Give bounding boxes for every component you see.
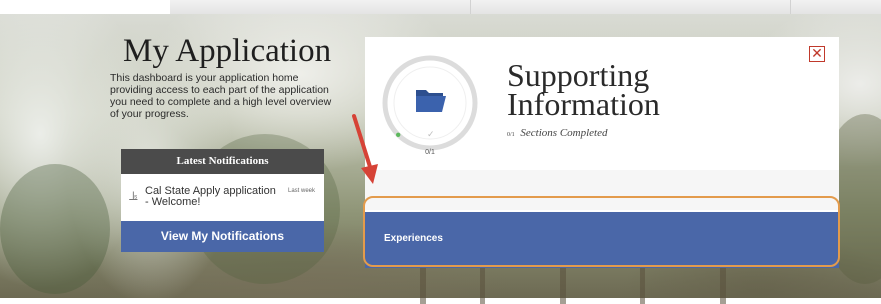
intro-section: My Application This dashboard is your ap… bbox=[110, 30, 350, 120]
annotation-arrow-icon bbox=[352, 114, 378, 184]
panel-header: ✕ ✓ 0/1 Supporting Information 0/1 Secti… bbox=[365, 37, 839, 170]
top-bar-divider bbox=[790, 0, 791, 14]
check-icon: ✓ bbox=[427, 129, 435, 139]
section-title-line2: Information bbox=[507, 86, 660, 122]
sections-completed-count: 0/1 bbox=[507, 132, 515, 138]
annotation-highlight bbox=[363, 196, 840, 267]
sections-completed: 0/1 Sections Completed bbox=[507, 127, 608, 139]
page-title: My Application bbox=[123, 33, 332, 69]
progress-ring: ✓ 0/1 bbox=[380, 51, 480, 163]
top-bar bbox=[170, 0, 881, 14]
notification-item[interactable]: ⫡ Cal State Apply application - Welcome!… bbox=[121, 174, 324, 219]
notifications-card: Latest Notifications ⫡ Cal State Apply a… bbox=[121, 149, 324, 252]
notification-time: Last week bbox=[288, 188, 316, 194]
progress-count: 0/1 bbox=[425, 149, 435, 156]
notifications-header: Latest Notifications bbox=[121, 149, 324, 174]
bell-icon: ⫡ bbox=[129, 188, 138, 203]
notification-text[interactable]: Cal State Apply application - Welcome! bbox=[145, 186, 280, 208]
top-bar-divider bbox=[470, 0, 471, 14]
page-description: This dashboard is your application home … bbox=[110, 72, 332, 120]
close-icon[interactable]: ✕ bbox=[809, 46, 825, 62]
view-notifications-button[interactable]: View My Notifications bbox=[121, 221, 324, 252]
sections-completed-label: Sections Completed bbox=[520, 127, 608, 139]
folder-icon bbox=[416, 90, 446, 112]
section-title: Supporting Information bbox=[507, 59, 747, 122]
